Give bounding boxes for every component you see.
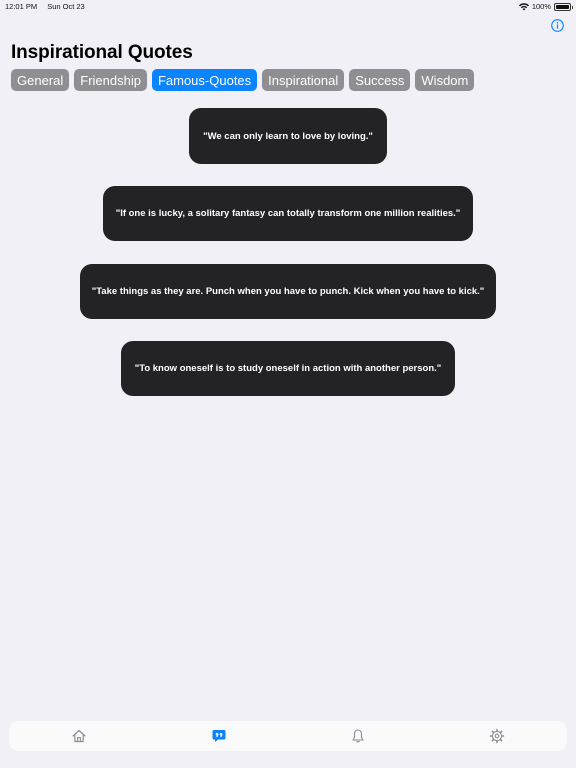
quote-card[interactable]: "If one is lucky, a solitary fantasy can… xyxy=(103,186,473,241)
quote-card[interactable]: "To know oneself is to study oneself in … xyxy=(121,341,455,396)
quote-text: "If one is lucky, a solitary fantasy can… xyxy=(115,208,461,219)
wifi-icon xyxy=(518,2,529,10)
tab-friendship[interactable]: Friendship xyxy=(74,69,147,91)
tab-general[interactable]: General xyxy=(11,69,70,91)
tab-bar xyxy=(9,721,567,751)
battery-percent: 100% xyxy=(531,2,551,11)
quote-bubble-icon xyxy=(212,730,226,742)
tab-bar-notifications[interactable] xyxy=(350,728,366,744)
quote-card[interactable]: "Take things as they are. Punch when you… xyxy=(80,264,496,319)
tab-inspirational[interactable]: Inspirational xyxy=(262,69,345,91)
status-date: Sun Oct 23 xyxy=(47,2,85,11)
quote-card[interactable]: "We can only learn to love by loving." xyxy=(189,108,387,164)
tab-bar-settings[interactable] xyxy=(489,728,505,744)
gear-icon xyxy=(489,728,505,744)
quote-text: "Take things as they are. Punch when you… xyxy=(91,286,485,297)
tab-bar-home[interactable] xyxy=(71,728,87,744)
status-time: 12:01 PM xyxy=(5,2,38,11)
category-tabs: General Friendship Famous-Quotes Inspiratio… xyxy=(11,69,475,91)
status-right: 100% xyxy=(518,2,573,11)
tab-success[interactable]: Success xyxy=(349,69,411,91)
battery-icon xyxy=(554,2,573,11)
page-title: Inspirational Quotes xyxy=(11,42,193,63)
tab-famous-quotes[interactable]: Famous-Quotes xyxy=(151,69,258,91)
info-button[interactable] xyxy=(550,18,564,32)
status-left: 12:01 PM Sun Oct 23 xyxy=(5,2,85,11)
tab-wisdom[interactable]: Wisdom xyxy=(415,69,475,91)
info-circle-icon xyxy=(550,18,564,32)
tab-bar-quotes[interactable] xyxy=(211,728,227,744)
house-icon xyxy=(72,729,86,743)
status-bar: 12:01 PM Sun Oct 23 100% xyxy=(0,0,576,14)
bell-icon xyxy=(352,729,364,743)
quote-text: "To know oneself is to study oneself in … xyxy=(134,363,442,374)
quote-text: "We can only learn to love by loving." xyxy=(203,130,373,142)
battery-level xyxy=(556,4,569,9)
